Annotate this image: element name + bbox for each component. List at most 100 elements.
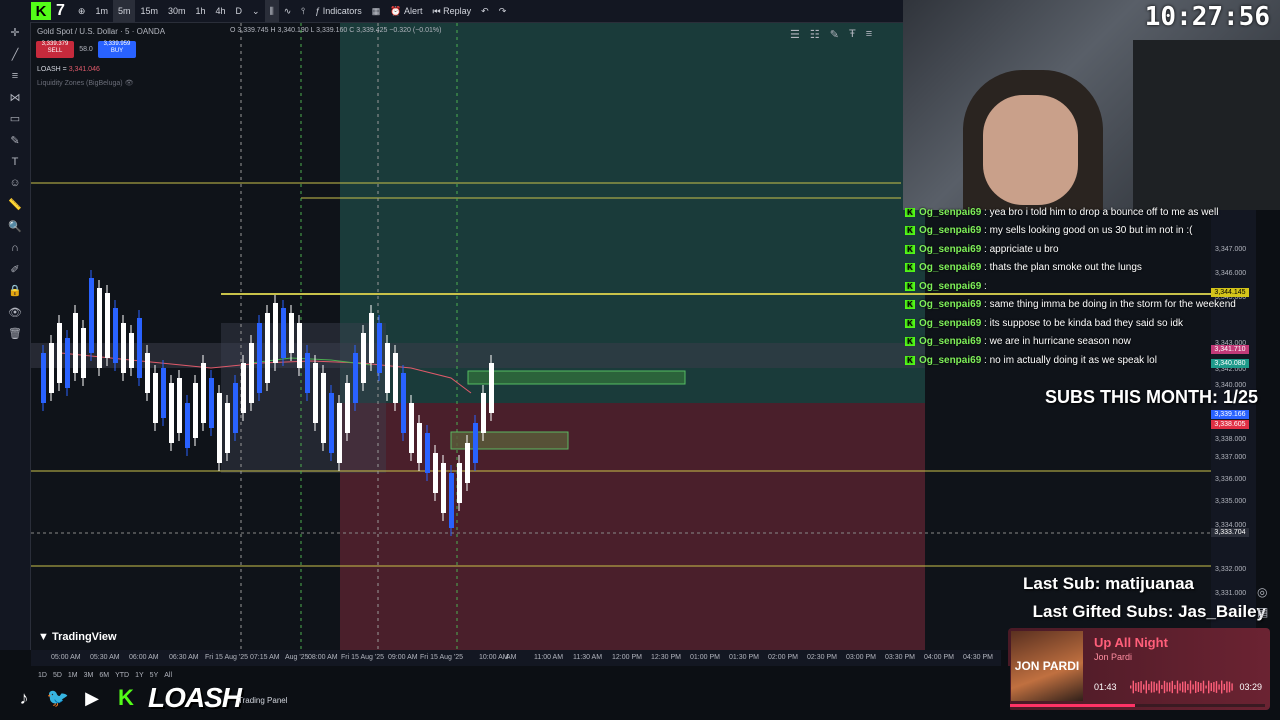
waveform-bar [1226, 681, 1228, 693]
candle-body [57, 323, 62, 383]
zoom-icon[interactable]: 🔍 [0, 216, 30, 238]
time-tick: 02:30 PM [807, 654, 837, 661]
tf-5m[interactable]: 5m [112, 0, 136, 22]
buy-button[interactable]: 3,339.959 BUY [98, 41, 136, 58]
range-all[interactable]: All [164, 672, 172, 679]
liquidity-band [31, 343, 925, 368]
magnet-icon[interactable]: ∩ [0, 237, 30, 259]
pencil-icon[interactable]: ✎ [830, 28, 839, 41]
symbol-title[interactable]: Gold Spot / U.S. Dollar · 5 · OANDA [37, 27, 165, 36]
range-6m[interactable]: 6M [99, 672, 109, 679]
tf-4h[interactable]: 4h [211, 0, 231, 22]
candle-body [465, 443, 470, 483]
candle-body [289, 313, 294, 353]
brush-icon[interactable]: ✎ [0, 130, 30, 152]
candle-body [217, 393, 222, 463]
candle-body [233, 383, 238, 433]
waveform-bar [1197, 682, 1199, 692]
price-tick: 3,332.000 [1215, 566, 1247, 573]
range-3m[interactable]: 3M [84, 672, 94, 679]
list-icon[interactable]: ☰ [790, 28, 800, 41]
chevron-down-icon[interactable]: ⌄ [247, 0, 265, 22]
time-tick: Fri 15 Aug '25 [205, 654, 248, 661]
trading-panel-tab[interactable]: Trading Panel [238, 696, 288, 705]
filter-icon[interactable]: ☷ [810, 28, 820, 41]
text-icon[interactable]: T [0, 151, 30, 173]
tf-d[interactable]: D [231, 0, 248, 22]
compare-icon[interactable]: ⫯ [296, 0, 310, 22]
time-tick: 05:30 AM [90, 654, 120, 661]
crosshair-icon[interactable]: ✛ [0, 22, 30, 44]
last-gifted-subs: Last Gifted Subs: Jas_Bailey [1032, 602, 1266, 621]
time-tick: Fri 15 Aug '25 [420, 654, 463, 661]
time-tick: 12:30 PM [651, 654, 681, 661]
waveform [1130, 680, 1233, 694]
layout-icon[interactable]: ▦ [367, 0, 386, 22]
chat-text: : no im actually doing it as we speak lo… [984, 354, 1157, 366]
lock-icon[interactable]: 🔒 [0, 280, 30, 302]
tf-1h[interactable]: 1h [191, 0, 211, 22]
tf-15m[interactable]: 15m [135, 0, 163, 22]
tiktok-icon: ♪ [19, 687, 29, 708]
add-symbol-button[interactable]: ⊕ [73, 0, 91, 22]
candles-icon[interactable]: ⫼ [264, 0, 279, 22]
redo-icon[interactable]: ↷ [494, 0, 512, 22]
waveform-bar [1130, 685, 1132, 689]
line-chart-icon[interactable]: ∿ [279, 0, 297, 22]
waveform-bar [1158, 680, 1160, 694]
range-5y[interactable]: 5Y [150, 672, 159, 679]
candle-body [337, 403, 342, 463]
range-1y[interactable]: 1Y [135, 672, 144, 679]
candle-body [393, 353, 398, 403]
target-icon[interactable]: ◎ [1257, 585, 1280, 599]
waveform-bar [1200, 682, 1202, 692]
sell-buy-panel: 3,339.379 SELL 58.0 3,339.959 BUY [36, 41, 136, 58]
chat-message: K Og_senpai69 : [905, 277, 987, 295]
pattern-icon[interactable]: ⋈ [0, 87, 30, 109]
time-tick: 06:00 AM [129, 654, 159, 661]
candle-body [297, 323, 302, 368]
chat-message: K Og_senpai69 : appriciate u bro [905, 240, 1059, 258]
kick-badge-icon: K [905, 207, 915, 217]
range-1m[interactable]: 1M [68, 672, 78, 679]
album-art: JON PARDI [1011, 631, 1083, 701]
ruler-icon[interactable]: 📏 [0, 194, 30, 216]
tf-1m[interactable]: 1m [90, 0, 113, 22]
range-1d[interactable]: 1D [38, 672, 47, 679]
time-axis[interactable]: 05:00 AM 05:30 AM 06:00 AM 06:30 AM Fri 15 A… [31, 650, 1001, 666]
chat-text: : its suppose to be kinda bad they said … [984, 317, 1184, 329]
candle-body [353, 353, 358, 403]
stay-drawing-icon[interactable]: ✐ [0, 259, 30, 281]
music-widget: JON PARDI Up All Night Jon Pardi 01:43 0… [1008, 628, 1270, 710]
emoji-icon[interactable]: ☺ [0, 173, 30, 195]
menu-icon[interactable]: ≡ [866, 28, 872, 41]
eye-icon[interactable]: 👁 [0, 302, 30, 324]
range-ytd[interactable]: YTD [115, 672, 129, 679]
right-side-icons: ◎ ▤ [1257, 585, 1280, 619]
trash-icon[interactable]: 🗑 [0, 323, 30, 345]
chat-username: Og_senpai69 [919, 317, 982, 329]
projection-icon[interactable]: ▭ [0, 108, 30, 130]
subs-goal: SUBS THIS MONTH: 1/25 [1044, 387, 1258, 407]
tradingview-logo[interactable]: ▼ TradingView [38, 631, 117, 643]
waveform-bar [1213, 682, 1215, 692]
candle-body [153, 373, 158, 423]
fib-icon[interactable]: ≡ [0, 65, 30, 87]
top-toolbar: K 7 ⊕ 1m 5m 15m 30m 1h 4h D ⌄ ⫼ ∿ ⫯ ƒ In… [0, 0, 903, 23]
price-tick: 3,347.000 [1215, 246, 1247, 253]
sell-button[interactable]: 3,339.379 SELL [36, 41, 74, 58]
alert-button[interactable]: ⏰ Alert [385, 0, 427, 22]
range-5d[interactable]: 5D [53, 672, 62, 679]
indicator-liquidity[interactable]: Liquidity Zones (BigBeluga) 👁 [37, 79, 133, 87]
price-tag-blue: 3,339.166 [1211, 410, 1249, 419]
trendline-icon[interactable]: ╱ [0, 44, 30, 66]
calendar-icon[interactable]: ▤ [1257, 605, 1280, 619]
replay-button[interactable]: ⏮ Replay [428, 0, 477, 22]
eye-icon[interactable]: 👁 [125, 80, 134, 87]
undo-icon[interactable]: ↶ [476, 0, 494, 22]
indicators-button[interactable]: ƒ Indicators [310, 0, 367, 22]
tf-30m[interactable]: 30m [163, 0, 191, 22]
text-tool-icon[interactable]: Ŧ [849, 28, 856, 41]
candle-body [121, 323, 126, 373]
indicator-loash[interactable]: LOASH = 3,341.046 [37, 66, 100, 73]
